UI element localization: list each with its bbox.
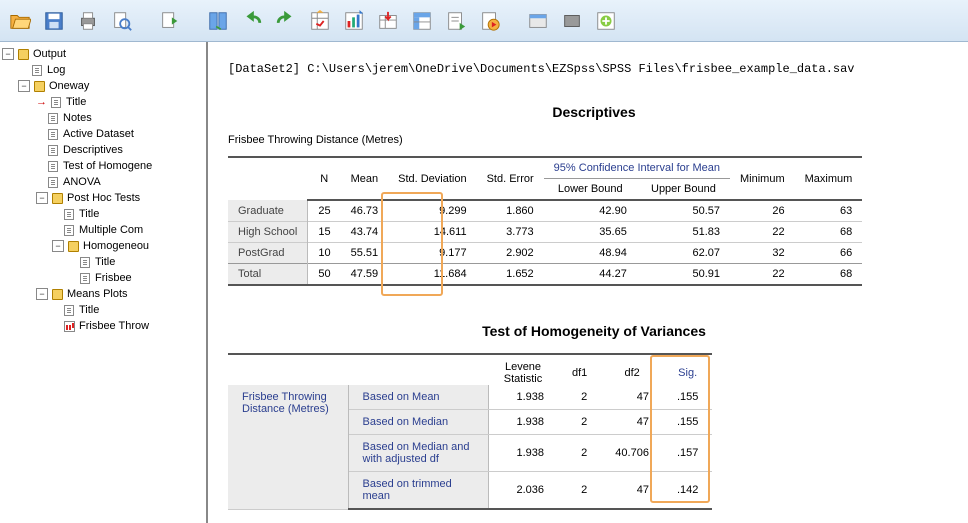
add-icon[interactable] (592, 7, 620, 35)
tree-label: Frisbee (95, 272, 132, 284)
col-levene: Levene Statistic (488, 354, 558, 385)
tree-ph-title[interactable]: Title (0, 206, 206, 222)
tree-label: Homogeneou (83, 240, 149, 252)
table-row: Total5047.5911.6841.65244.2750.912268 (228, 264, 862, 286)
outline-tree: −Output Log −Oneway →Title Notes Active … (0, 42, 208, 523)
col-df1: df1 (558, 354, 601, 385)
tree-label: Test of Homogene (63, 160, 152, 172)
dataset-path: [DataSet2] C:\Users\jerem\OneDrive\Docum… (228, 62, 960, 76)
tree-means-plots[interactable]: −Means Plots (0, 286, 206, 302)
tree-label: ANOVA (63, 176, 101, 188)
tree-notes[interactable]: Notes (0, 110, 206, 126)
col-n: N (308, 157, 341, 200)
tree-frisbee-throw[interactable]: Frisbee Throw (0, 318, 206, 334)
tree-label: Title (79, 304, 99, 316)
tree-multiple[interactable]: Multiple Com (0, 222, 206, 238)
tree-label: Multiple Com (79, 224, 143, 236)
descriptives-table: N Mean Std. Deviation Std. Error 95% Con… (228, 156, 862, 286)
descriptives-subtitle: Frisbee Throwing Distance (Metres) (228, 134, 960, 146)
tree-anova[interactable]: ANOVA (0, 174, 206, 190)
tree-label: Title (79, 208, 99, 220)
col-sig: Sig. (663, 354, 712, 385)
homogeneity-table: Levene Statistic df1 df2 Sig. Frisbee Th… (228, 353, 712, 510)
tree-descriptives[interactable]: Descriptives (0, 142, 206, 158)
tree-active-dataset[interactable]: Active Dataset (0, 126, 206, 142)
col-max: Maximum (795, 157, 863, 200)
rect-icon[interactable] (558, 7, 586, 35)
tree-label: Notes (63, 112, 92, 124)
tree-label: Descriptives (63, 144, 123, 156)
save-icon[interactable] (40, 7, 68, 35)
main-toolbar (0, 0, 968, 42)
open-icon[interactable] (6, 7, 34, 35)
tree-homogeneity[interactable]: Test of Homogene (0, 158, 206, 174)
goto-icon[interactable] (374, 7, 402, 35)
insert-icon[interactable] (442, 7, 470, 35)
output-viewer: [DataSet2] C:\Users\jerem\OneDrive\Docum… (208, 42, 968, 523)
table-row: Graduate2546.739.2991.86042.9050.572663 (228, 200, 862, 222)
col-ci: 95% Confidence Interval for Mean (544, 157, 730, 179)
col-ub: Upper Bound (637, 179, 730, 201)
col-mean: Mean (341, 157, 389, 200)
tree-frisbee[interactable]: Frisbee (0, 270, 206, 286)
tree-label: Frisbee Throw (79, 320, 149, 332)
chart-icon[interactable] (340, 7, 368, 35)
tree-label: Title (95, 256, 115, 268)
tree-label: Log (47, 64, 65, 76)
export-icon[interactable] (156, 7, 184, 35)
descriptives-title: Descriptives (228, 104, 960, 120)
col-df2: df2 (601, 354, 663, 385)
tree-label: Post Hoc Tests (67, 192, 140, 204)
tree-label: Active Dataset (63, 128, 134, 140)
designer-icon[interactable] (204, 7, 232, 35)
table-row: High School1543.7414.6113.77335.6551.832… (228, 222, 862, 243)
col-lb: Lower Bound (544, 179, 637, 201)
col-min: Minimum (730, 157, 795, 200)
tree-homsub[interactable]: −Homogeneou (0, 238, 206, 254)
print-icon[interactable] (74, 7, 102, 35)
tree-label: Output (33, 48, 66, 60)
tree-output[interactable]: −Output (0, 46, 206, 62)
pivot-icon[interactable] (306, 7, 334, 35)
select-icon[interactable] (408, 7, 436, 35)
table-row: Frisbee Throwing Distance (Metres)Based … (228, 385, 712, 410)
tree-mp-title[interactable]: Title (0, 302, 206, 318)
undo-icon[interactable] (238, 7, 266, 35)
col-std: Std. Deviation (388, 157, 476, 200)
run-icon[interactable] (476, 7, 504, 35)
tree-title[interactable]: →Title (0, 94, 206, 110)
col-se: Std. Error (477, 157, 544, 200)
preview-icon[interactable] (108, 7, 136, 35)
table-row: PostGrad1055.519.1772.90248.9462.073266 (228, 243, 862, 264)
tree-posthoc[interactable]: −Post Hoc Tests (0, 190, 206, 206)
tree-log[interactable]: Log (0, 62, 206, 78)
tree-oneway[interactable]: −Oneway (0, 78, 206, 94)
tree-label: Means Plots (67, 288, 128, 300)
dialog-icon[interactable] (524, 7, 552, 35)
tree-label: Oneway (49, 80, 89, 92)
redo-icon[interactable] (272, 7, 300, 35)
homogeneity-title: Test of Homogeneity of Variances (228, 323, 960, 339)
tree-hs-title[interactable]: Title (0, 254, 206, 270)
tree-label: Title (66, 96, 86, 108)
